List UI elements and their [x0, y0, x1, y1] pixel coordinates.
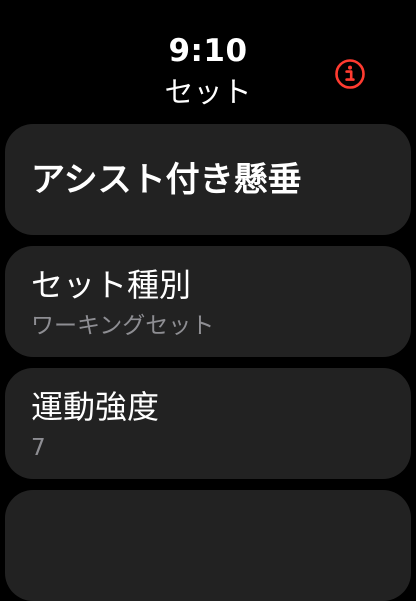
exercise-name: アシスト付き懸垂 [31, 160, 302, 200]
info-icon [335, 59, 365, 89]
next-row-card[interactable] [5, 490, 411, 601]
set-type-label: セット種別 [31, 266, 192, 304]
intensity-row[interactable]: 運動強度 7 [5, 368, 411, 479]
exercise-name-card[interactable]: アシスト付き懸垂 [5, 124, 411, 235]
set-type-row[interactable]: セット種別 ワーキングセット [5, 246, 411, 357]
set-type-value: ワーキングセット [31, 313, 215, 339]
info-button[interactable] [334, 58, 366, 90]
intensity-value: 7 [31, 435, 46, 461]
header: 9:10 セット [0, 0, 416, 120]
intensity-label: 運動強度 [31, 388, 160, 426]
